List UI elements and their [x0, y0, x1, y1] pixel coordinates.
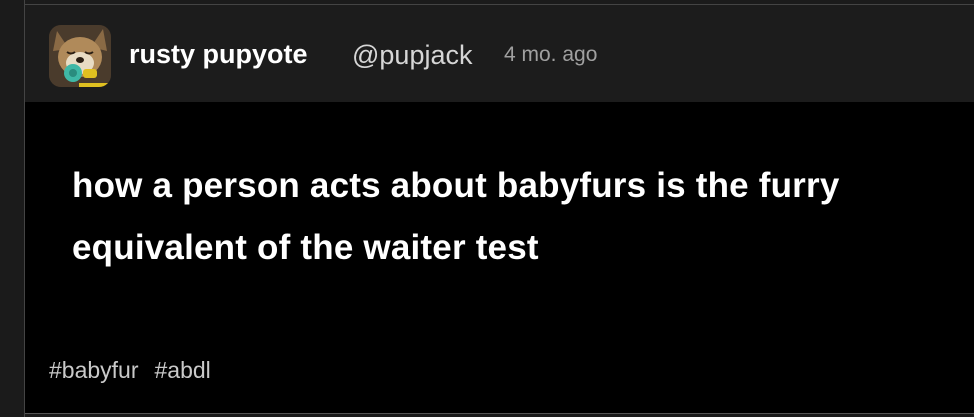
post-body-line: equivalent of the waiter test [72, 228, 539, 267]
left-sidebar-edge [0, 0, 25, 417]
tag-abdl[interactable]: #abdl [155, 355, 211, 385]
post-body-line: how a person acts about babyfurs is the … [72, 166, 840, 205]
post-header: rusty pupyote @pupjack 4 mo. ago [25, 5, 974, 102]
tag-babyfur[interactable]: #babyfur [49, 355, 139, 385]
tag-list: #babyfur #abdl [49, 355, 211, 385]
post-card: rusty pupyote @pupjack 4 mo. ago how a p… [25, 5, 974, 414]
post-timestamp[interactable]: 4 mo. ago [504, 41, 597, 69]
post-body: how a person acts about babyfurs is the … [72, 155, 952, 279]
author-display-name[interactable]: rusty pupyote [129, 37, 308, 71]
coyote-avatar-icon [49, 25, 111, 87]
author-handle[interactable]: @pupjack [352, 38, 472, 72]
avatar[interactable] [49, 25, 111, 87]
